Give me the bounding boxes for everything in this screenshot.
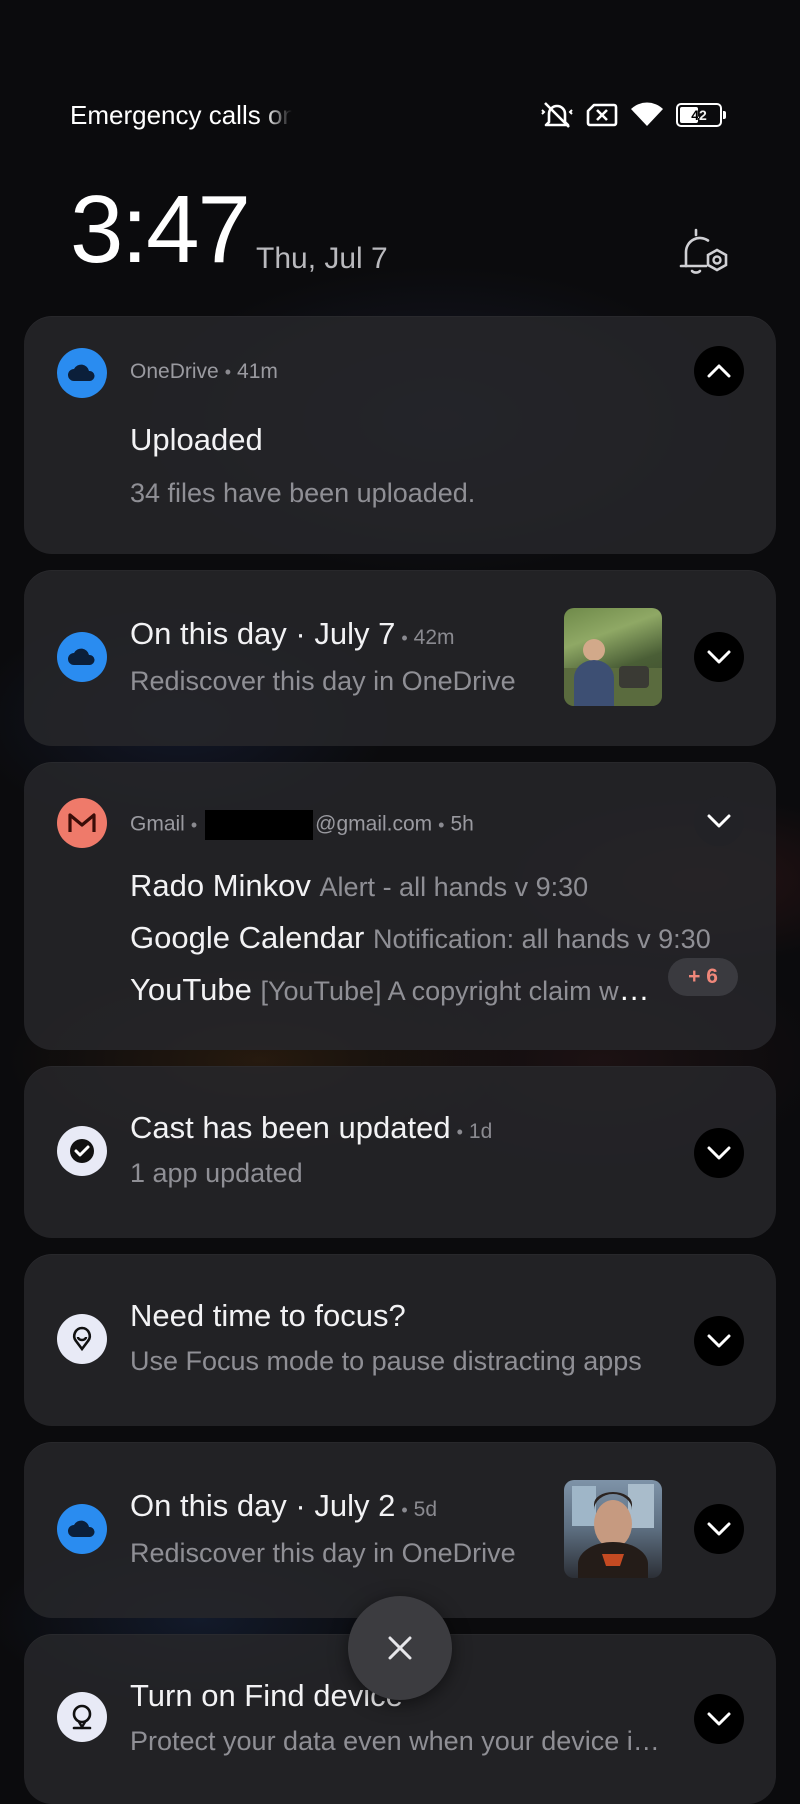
close-icon bbox=[388, 1636, 412, 1660]
battery-icon: 42 bbox=[676, 103, 726, 127]
collapse-button[interactable] bbox=[694, 346, 744, 396]
notification-text: 1 app updated bbox=[130, 1158, 303, 1188]
notification-title: Need time to focus? bbox=[130, 1298, 406, 1333]
chevron-down-icon bbox=[707, 1334, 731, 1348]
focus-mode-icon bbox=[57, 1314, 107, 1364]
mail-row: Rado Minkov Alert - all hands v 9:30 bbox=[130, 868, 690, 904]
notification-text: Rediscover this day in OneDrive bbox=[130, 666, 516, 696]
mail-sender: YouTube bbox=[130, 972, 252, 1007]
update-check-icon bbox=[57, 1126, 107, 1176]
redacted-account bbox=[205, 810, 314, 840]
expand-button[interactable] bbox=[694, 1694, 744, 1744]
notification-on-this-day-jul7[interactable]: On this day · July 7 • 42m Rediscover this… bbox=[24, 570, 776, 746]
notification-time: 41m bbox=[237, 360, 278, 383]
app-name: OneDrive bbox=[130, 360, 219, 383]
onedrive-icon bbox=[57, 348, 107, 398]
chevron-down-icon bbox=[707, 1522, 731, 1536]
onedrive-icon bbox=[57, 1504, 107, 1554]
expand-button[interactable] bbox=[694, 1504, 744, 1554]
notification-meta: Gmail • @gmail.com • 5h bbox=[130, 810, 474, 840]
notification-time: 1d bbox=[468, 1120, 493, 1143]
notification-settings-icon[interactable] bbox=[678, 228, 730, 280]
notification-title: Cast has been updated • 1d bbox=[130, 1110, 493, 1145]
lock-date: Thu, Jul 7 bbox=[256, 242, 388, 275]
chevron-down-icon bbox=[707, 1146, 731, 1160]
photo-thumbnail bbox=[564, 608, 662, 706]
notification-text: 34 files have been uploaded. bbox=[130, 478, 476, 508]
notification-time: 5d bbox=[413, 1498, 438, 1521]
notification-text: Protect your data even when your device … bbox=[130, 1726, 670, 1756]
expand-button[interactable] bbox=[694, 1316, 744, 1366]
chevron-down-icon bbox=[707, 814, 731, 828]
status-icons: 42 bbox=[540, 100, 726, 130]
expand-button[interactable] bbox=[694, 1128, 744, 1178]
chevron-down-icon bbox=[707, 1712, 731, 1726]
chevron-up-icon bbox=[707, 364, 731, 378]
app-name: Gmail bbox=[130, 812, 185, 836]
mail-sender: Google Calendar bbox=[130, 920, 365, 955]
notification-onedrive-uploaded[interactable]: OneDrive • 41m Uploaded 34 files have been… bbox=[24, 316, 776, 554]
photo-thumbnail bbox=[564, 1480, 662, 1578]
notification-meta: OneDrive • 41m bbox=[130, 360, 278, 383]
chevron-down-icon bbox=[707, 650, 731, 664]
account-suffix: @gmail.com bbox=[315, 812, 433, 836]
notification-time: 5h bbox=[450, 812, 474, 836]
vibrate-off-icon bbox=[541, 102, 573, 128]
notification-time: 42m bbox=[413, 626, 455, 649]
notification-title: On this day · July 2 • 5d bbox=[130, 1488, 438, 1523]
carrier-status: Emergency calls only bbox=[70, 100, 292, 130]
more-count-badge: + 6 bbox=[668, 958, 738, 996]
notification-on-this-day-jul2[interactable]: On this day · July 2 • 5d Rediscover this … bbox=[24, 1442, 776, 1618]
mail-sender: Rado Minkov bbox=[130, 868, 311, 903]
gmail-icon bbox=[57, 798, 107, 848]
notification-title: On this day · July 7 • 42m bbox=[130, 616, 455, 651]
mail-snippet: [YouTube] A copyright claim was made bbox=[260, 976, 656, 1006]
find-device-icon bbox=[57, 1692, 107, 1742]
onedrive-icon bbox=[57, 632, 107, 682]
notification-title: Uploaded bbox=[130, 422, 263, 457]
wifi-icon bbox=[631, 102, 663, 126]
mail-snippet: Notification: all hands v 9:30 bbox=[373, 924, 711, 954]
expand-button[interactable] bbox=[694, 632, 744, 682]
notification-cast-updated[interactable]: Cast has been updated • 1d 1 app updated bbox=[24, 1066, 776, 1238]
clear-all-button[interactable] bbox=[348, 1596, 452, 1700]
mail-row: YouTube [YouTube] A copyright claim was … bbox=[130, 972, 656, 1008]
notification-gmail[interactable]: Gmail • @gmail.com • 5h Rado Minkov Alert - … bbox=[24, 762, 776, 1050]
mail-row: Google Calendar Notification: all hands … bbox=[130, 920, 758, 956]
notification-text: Use Focus mode to pause distracting apps bbox=[130, 1346, 642, 1376]
notification-focus-mode[interactable]: Need time to focus? Use Focus mode to pa… bbox=[24, 1254, 776, 1426]
lock-clock: 3:47 bbox=[70, 176, 251, 283]
notification-text: Rediscover this day in OneDrive bbox=[130, 1538, 516, 1568]
no-sim-icon bbox=[586, 103, 618, 127]
expand-button[interactable] bbox=[694, 796, 744, 846]
mail-snippet: Alert - all hands v 9:30 bbox=[319, 872, 589, 902]
